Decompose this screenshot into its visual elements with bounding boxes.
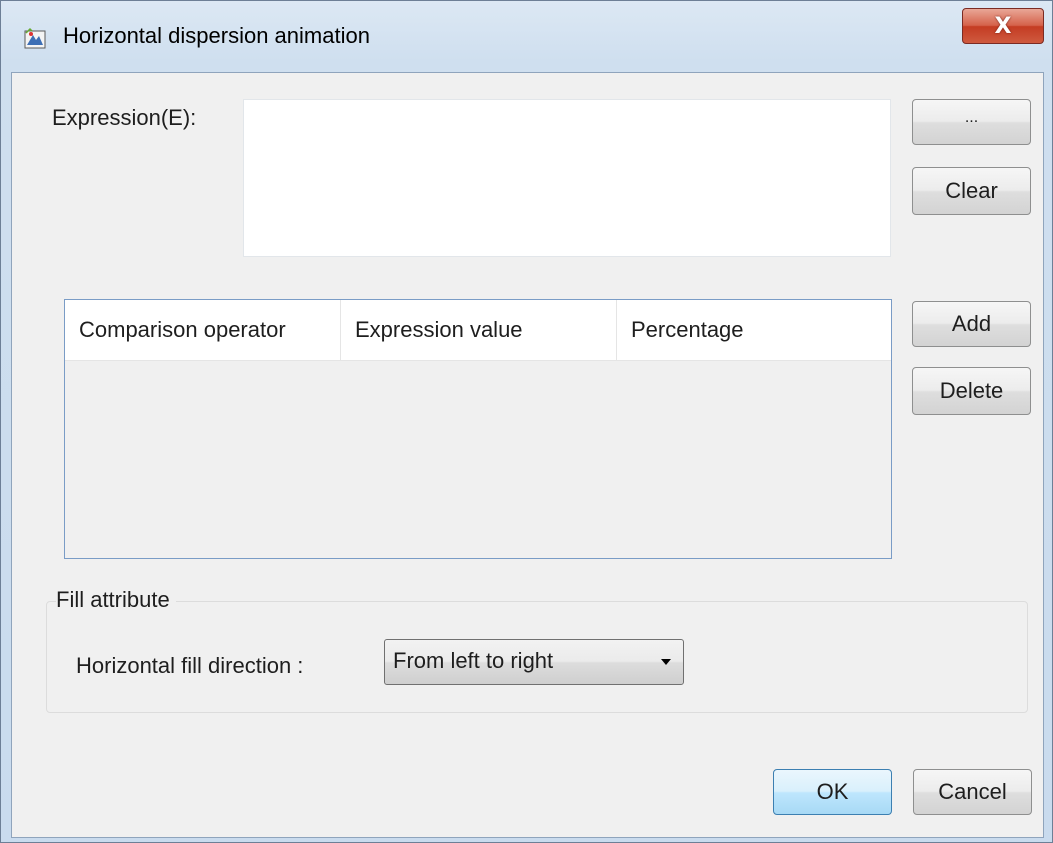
condition-table[interactable]: Comparison operator Expression value Per… [64, 299, 892, 559]
window-title: Horizontal dispersion animation [63, 23, 370, 48]
column-header-comparison-operator[interactable]: Comparison operator [65, 300, 341, 360]
fill-attribute-title: Fill attribute [56, 587, 176, 613]
add-button[interactable]: Add [912, 301, 1031, 347]
table-header: Comparison operator Expression value Per… [65, 300, 891, 361]
horizontal-fill-direction-select[interactable]: From left to right [384, 639, 684, 685]
cancel-button[interactable]: Cancel [913, 769, 1032, 815]
ellipsis-icon: ... [964, 109, 979, 126]
expression-input[interactable] [243, 99, 891, 257]
title-bar[interactable]: Horizontal dispersion animation X [1, 1, 1052, 71]
selected-direction: From left to right [393, 648, 554, 673]
delete-button[interactable]: Delete [912, 367, 1031, 415]
close-button[interactable]: X [962, 8, 1044, 44]
column-header-percentage[interactable]: Percentage [617, 300, 891, 360]
column-header-expression-value[interactable]: Expression value [341, 300, 617, 360]
ok-button[interactable]: OK [773, 769, 892, 815]
close-icon: X [994, 13, 1012, 39]
clear-button[interactable]: Clear [912, 167, 1031, 215]
app-animation-icon [24, 27, 46, 49]
dialog-client-area: Expression(E): ... Clear Comparison oper… [11, 72, 1044, 838]
dialog-window: Horizontal dispersion animation X Expres… [0, 0, 1053, 843]
chevron-down-icon [661, 659, 671, 665]
horizontal-fill-direction-label: Horizontal fill direction : [76, 653, 304, 678]
browse-expression-button[interactable]: ... [912, 99, 1031, 145]
expression-label: Expression(E): [52, 105, 197, 130]
